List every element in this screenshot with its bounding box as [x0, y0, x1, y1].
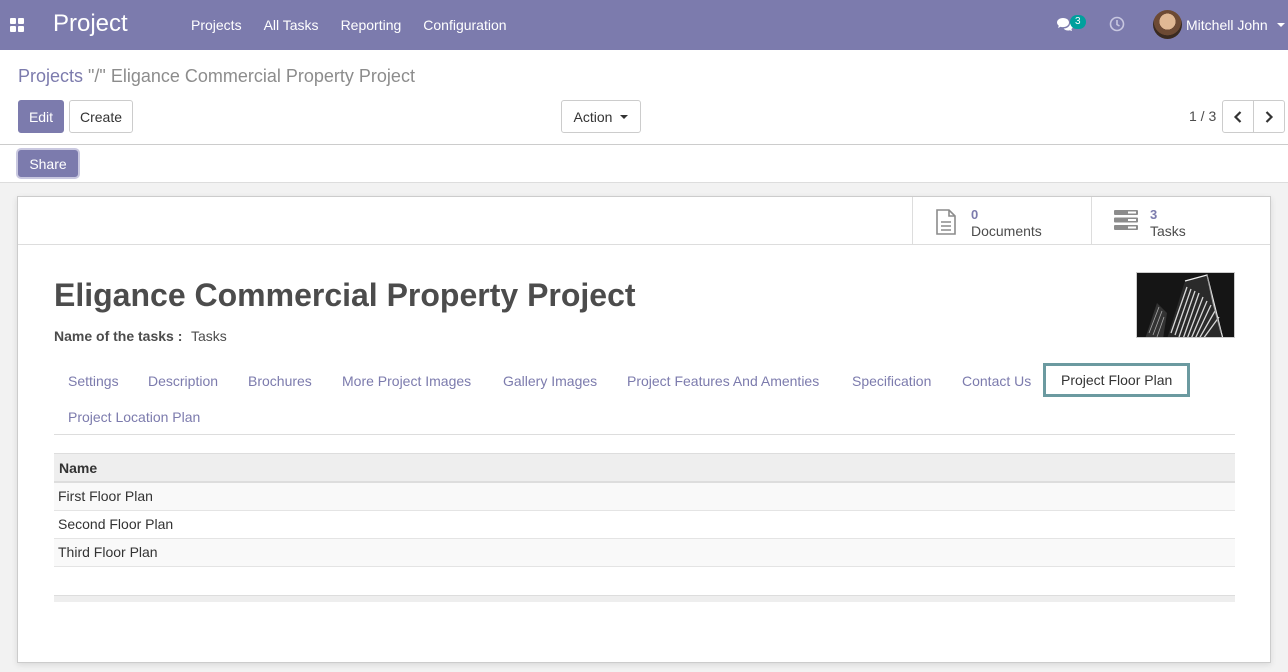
menu-item-projects[interactable]: Projects	[180, 17, 253, 33]
tasks-icon	[1114, 210, 1138, 230]
floor-plan-table: Name First Floor Plan Second Floor Plan …	[54, 453, 1235, 567]
chevron-left-icon	[1233, 110, 1242, 123]
caret-down-icon	[620, 114, 629, 119]
record-title: Eligance Commercial Property Project	[54, 277, 636, 313]
breadcrumb: Projects "/" Eligance Commercial Propert…	[18, 66, 415, 87]
top-navbar: Project Projects All Tasks Reporting Con…	[0, 0, 1288, 50]
documents-label: Documents	[971, 223, 1042, 239]
activity-clock-icon[interactable]	[1109, 16, 1125, 32]
tasks-field-value: Tasks	[191, 328, 227, 344]
table-header-name[interactable]: Name	[54, 453, 1235, 483]
tab-description[interactable]: Description	[148, 373, 218, 389]
breadcrumb-separator: "/"	[83, 66, 111, 86]
pager-value[interactable]: 1 / 3	[1189, 108, 1216, 124]
documents-stat-button[interactable]: 0 Documents	[912, 197, 1091, 245]
tasks-label: Tasks	[1150, 223, 1186, 239]
table-row[interactable]: Second Floor Plan	[54, 511, 1235, 539]
tasks-field-label: Name of the tasks :	[54, 328, 183, 344]
tab-gallery-images[interactable]: Gallery Images	[503, 373, 597, 389]
smart-button-box: 0 Documents 3 Tasks	[18, 197, 1270, 245]
documents-count: 0	[971, 207, 979, 222]
control-panel: Projects "/" Eligance Commercial Propert…	[0, 50, 1288, 145]
table-body: First Floor Plan Second Floor Plan Third…	[54, 483, 1235, 567]
tab-specification[interactable]: Specification	[852, 373, 931, 389]
chat-count-badge: 3	[1070, 15, 1086, 29]
tab-project-floor-plan[interactable]: Project Floor Plan	[1043, 363, 1191, 397]
chevron-down-icon[interactable]	[1277, 23, 1285, 27]
pager-next-button[interactable]	[1253, 100, 1285, 133]
share-button[interactable]: Share	[18, 150, 78, 177]
user-name[interactable]: Mitchell John	[1186, 17, 1268, 33]
breadcrumb-parent-link[interactable]: Projects	[18, 66, 83, 86]
main-menu: Projects All Tasks Reporting Configurati…	[180, 0, 518, 50]
pager-previous-button[interactable]	[1222, 100, 1254, 133]
tasks-stat-button[interactable]: 3 Tasks	[1091, 197, 1270, 245]
tab-contact-us[interactable]: Contact Us	[962, 373, 1031, 389]
table-footer	[54, 595, 1235, 602]
menu-item-configuration[interactable]: Configuration	[412, 17, 517, 33]
user-avatar[interactable]	[1153, 10, 1182, 39]
form-statusbar: Share	[0, 145, 1288, 183]
tab-brochures[interactable]: Brochures	[248, 373, 312, 389]
action-label: Action	[573, 108, 613, 125]
app-brand[interactable]: Project	[53, 10, 128, 38]
form-sheet: 0 Documents 3 Tasks Eligance Commercial …	[17, 196, 1271, 663]
breadcrumb-current: Eligance Commercial Property Project	[110, 66, 415, 86]
tab-more-project-images[interactable]: More Project Images	[342, 373, 471, 389]
tab-project-features[interactable]: Project Features And Amenties	[627, 373, 819, 389]
chevron-right-icon	[1265, 110, 1274, 123]
notebook-tabs: Settings Description Brochures More Proj…	[54, 363, 1235, 435]
menu-item-all-tasks[interactable]: All Tasks	[253, 17, 330, 33]
table-row[interactable]: Third Floor Plan	[54, 539, 1235, 567]
table-row[interactable]: First Floor Plan	[54, 483, 1235, 511]
tab-settings[interactable]: Settings	[68, 373, 119, 389]
action-dropdown-button[interactable]: Action	[561, 100, 641, 133]
create-button[interactable]: Create	[69, 100, 133, 133]
edit-button[interactable]: Edit	[18, 100, 64, 133]
document-icon	[936, 209, 956, 235]
messaging-menu[interactable]: 3	[1056, 15, 1090, 37]
tasks-count: 3	[1150, 207, 1158, 222]
apps-menu-icon[interactable]	[10, 18, 24, 32]
tab-project-location-plan[interactable]: Project Location Plan	[68, 409, 200, 425]
project-image[interactable]	[1136, 272, 1235, 338]
menu-item-reporting[interactable]: Reporting	[330, 17, 413, 33]
building-image	[1137, 273, 1234, 337]
